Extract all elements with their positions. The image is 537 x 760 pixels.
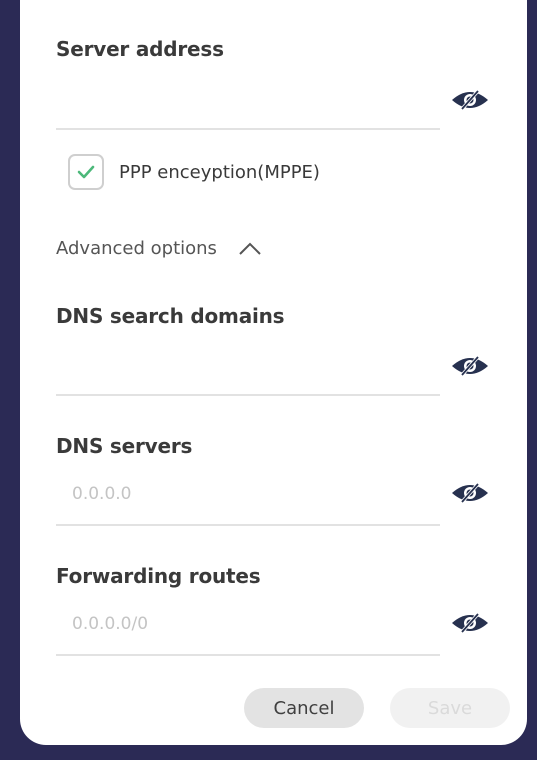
check-icon [77,165,95,179]
dns-servers-input[interactable] [56,479,440,509]
forwarding-routes-title: Forwarding routes [56,564,261,588]
server-address-title: Server address [56,37,224,61]
server-address-input[interactable] [56,88,440,118]
advanced-options-label: Advanced options [56,238,217,259]
dns-servers-title: DNS servers [56,434,193,458]
cancel-button[interactable]: Cancel [244,688,364,728]
server-address-underline [56,128,440,130]
backdrop-right [527,0,537,760]
eye-slash-icon[interactable] [450,88,490,112]
dns-servers-underline [56,524,440,526]
mppe-checkbox-row[interactable]: PPP enceyption(MPPE) [68,154,320,190]
eye-slash-icon[interactable] [450,354,490,378]
advanced-options-toggle[interactable]: Advanced options [56,238,263,259]
forwarding-routes-underline [56,654,440,656]
chevron-up-icon [239,242,261,255]
dns-search-domains-input[interactable] [56,353,440,383]
eye-slash-icon[interactable] [450,481,490,505]
forwarding-routes-input[interactable] [56,609,440,639]
vpn-settings-dialog: Server address PPP enceyption(MPPE) Adva… [20,0,527,745]
mppe-checkbox[interactable] [68,154,104,190]
dns-search-domains-title: DNS search domains [56,304,285,328]
mppe-checkbox-label: PPP enceyption(MPPE) [119,161,320,183]
save-button[interactable]: Save [390,688,510,728]
dns-search-domains-underline [56,394,440,396]
backdrop [0,0,20,760]
eye-slash-icon[interactable] [450,611,490,635]
